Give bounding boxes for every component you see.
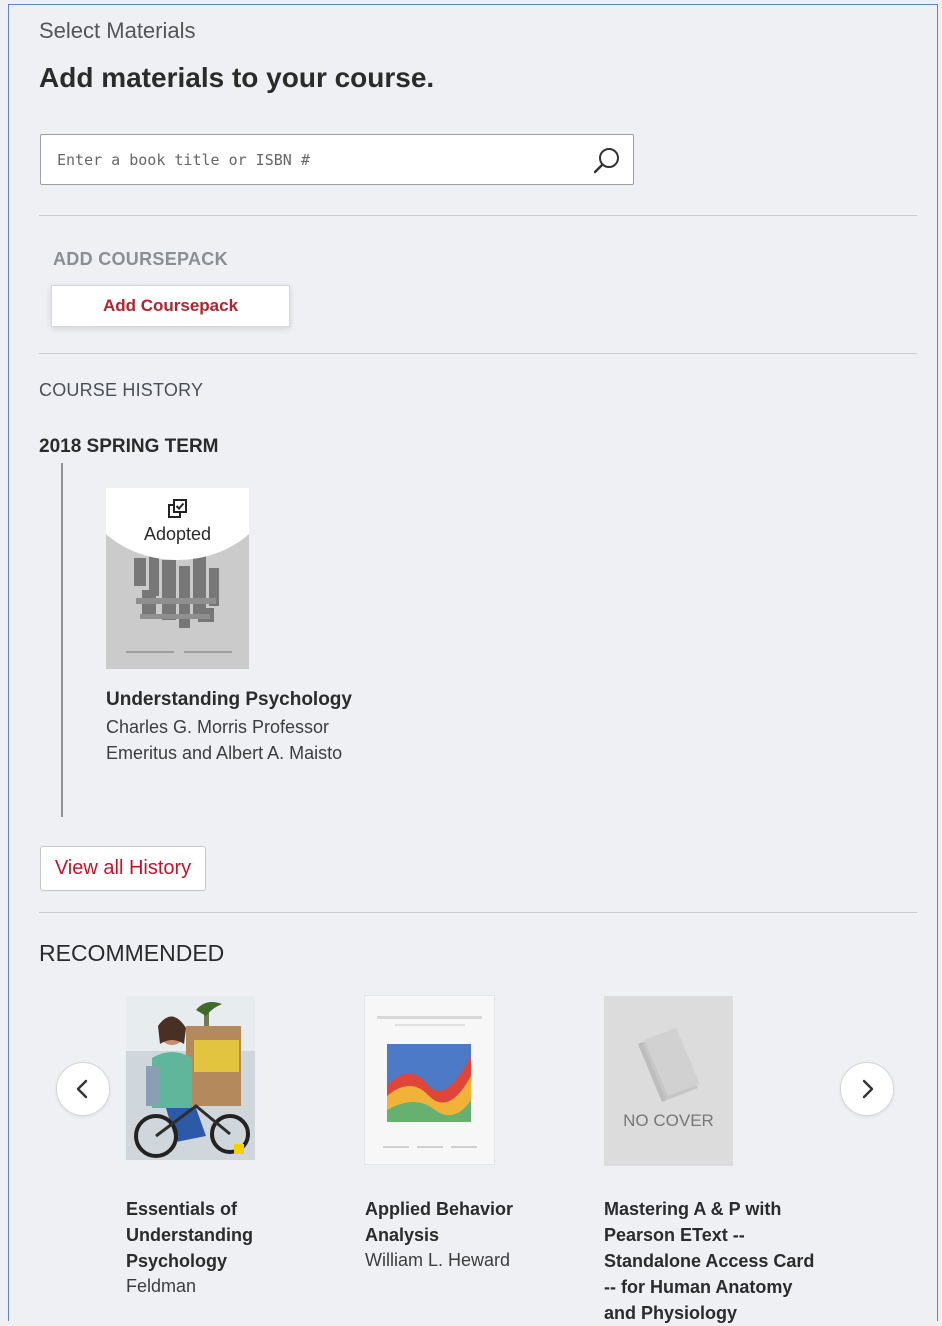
view-all-history-button[interactable]: View all History — [40, 846, 206, 891]
history-book-title[interactable]: Understanding Psychology — [106, 689, 352, 711]
chevron-left-icon — [76, 1079, 88, 1099]
recommended-title[interactable]: Mastering A & P with Pearson EText -- St… — [604, 1196, 824, 1326]
divider — [39, 912, 917, 913]
recommended-title[interactable]: Essentials of Understanding Psychology — [126, 1196, 296, 1274]
adopted-label: Adopted — [143, 524, 212, 544]
course-history-heading: COURSE HISTORY — [39, 380, 204, 400]
recommended-author: Feldman — [126, 1276, 197, 1296]
no-cover-label: NO COVER — [623, 1111, 714, 1130]
recommended-cover[interactable]: NO COVER — [604, 996, 733, 1166]
page-eyebrow: Select Materials — [39, 18, 196, 43]
history-book-author: Charles G. Morris Professor Emeritus and… — [106, 717, 343, 763]
divider — [39, 215, 917, 216]
coursepack-label: ADD COURSEPACK — [53, 249, 228, 269]
add-coursepack-button[interactable]: Add Coursepack — [51, 285, 290, 327]
carousel-prev-button[interactable] — [56, 1062, 110, 1116]
adopted-icon — [168, 499, 187, 518]
recommended-cover[interactable] — [365, 996, 494, 1164]
recommended-title[interactable]: Applied Behavior Analysis — [365, 1196, 545, 1248]
book-placeholder-icon — [638, 1028, 700, 1102]
book-cover-art — [126, 996, 255, 1160]
term-heading: 2018 SPRING TERM — [39, 436, 219, 457]
page-title: Add materials to your course. — [39, 62, 435, 93]
search-box — [40, 134, 634, 185]
chevron-right-icon — [862, 1079, 874, 1099]
carousel-next-button[interactable] — [840, 1062, 894, 1116]
recommended-cover[interactable] — [126, 996, 255, 1160]
search-input[interactable] — [41, 135, 597, 184]
divider — [39, 353, 917, 354]
search-icon[interactable] — [591, 145, 623, 177]
history-timeline — [61, 463, 63, 817]
recommended-author: William L. Heward — [365, 1250, 511, 1270]
recommended-heading: RECOMMENDED — [39, 940, 225, 966]
book-cover-art — [365, 996, 494, 1164]
history-book-cover[interactable]: Adopted — [106, 488, 249, 669]
